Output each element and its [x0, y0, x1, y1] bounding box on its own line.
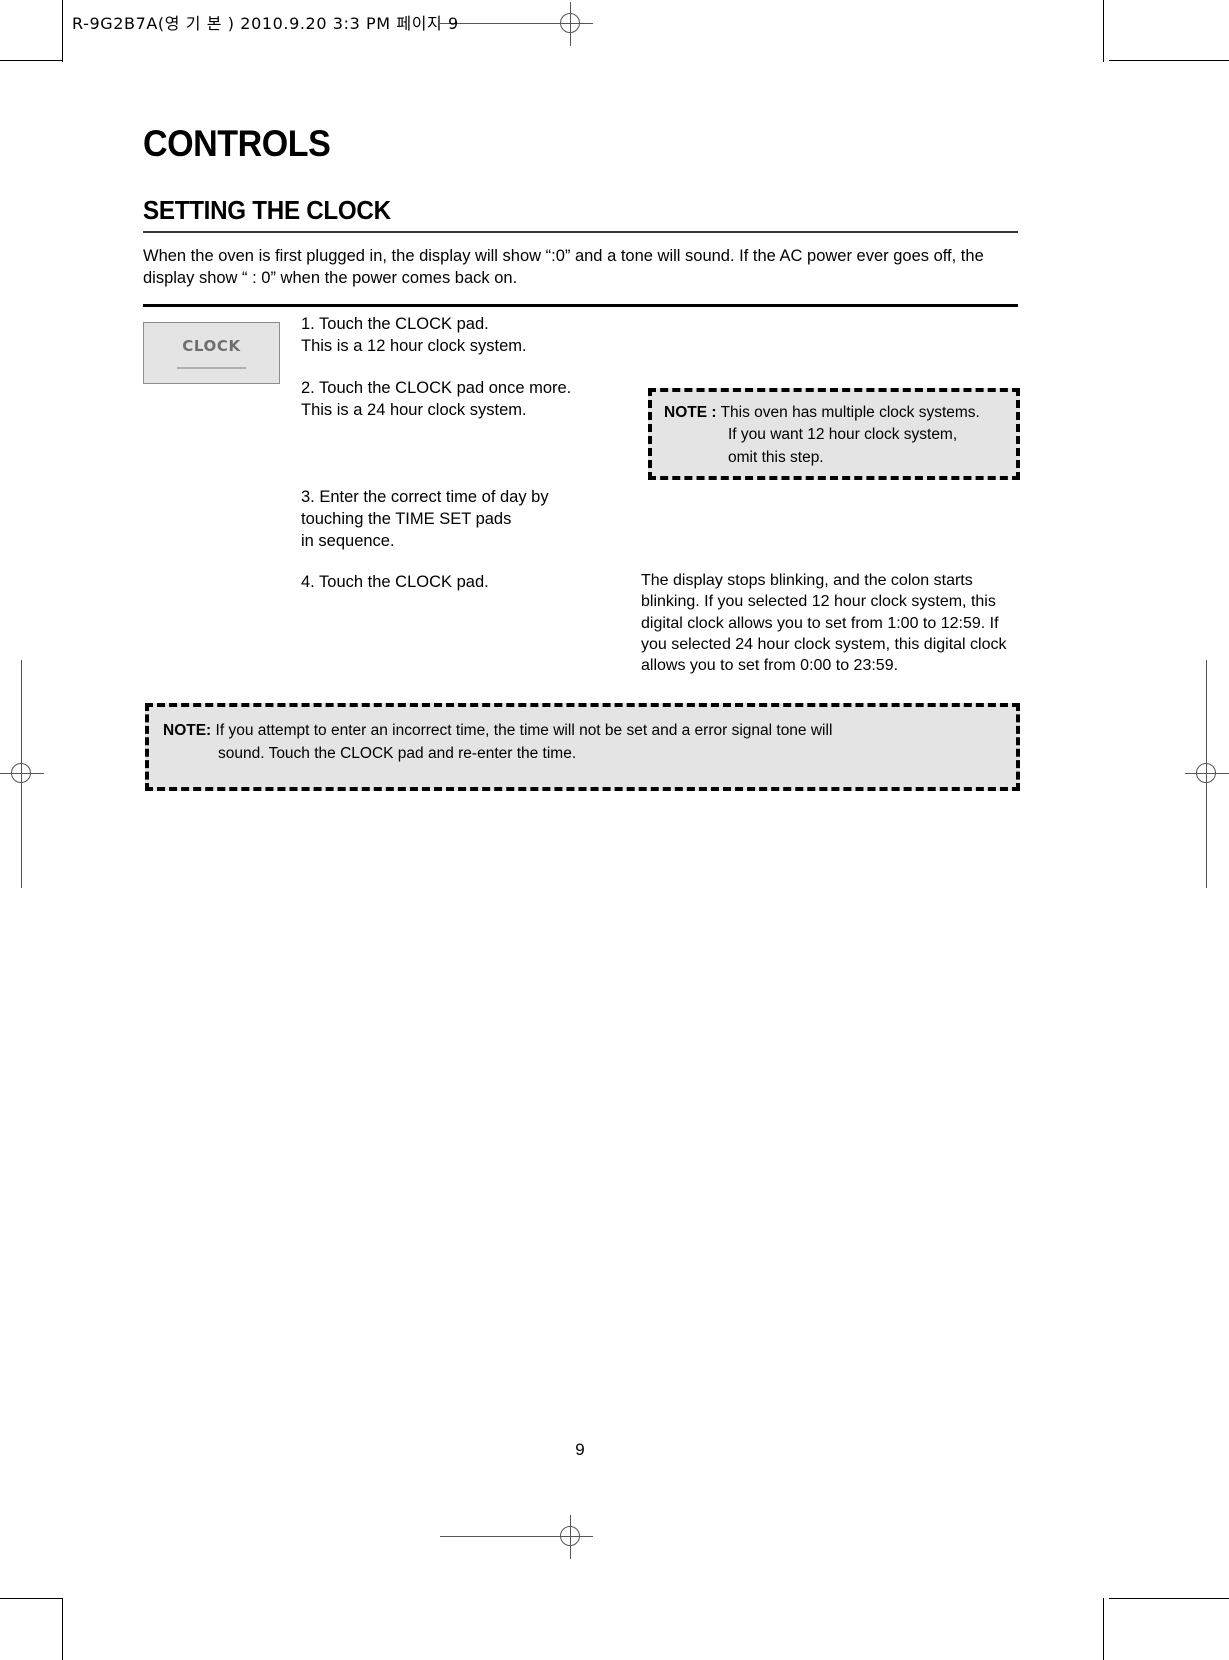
intro-paragraph: When the oven is first plugged in, the d… [143, 246, 984, 288]
side-note-line-1: NOTE : This oven has multiple clock syst… [664, 402, 1004, 424]
print-header-stamp: R-9G2B7A(영 기 본 ) 2010.9.20 3:3 PM 페이지 9 [72, 14, 459, 33]
crop-mark-bottom-right-vertical [1103, 1598, 1104, 1660]
clock-pad-graphic[interactable]: CLOCK [143, 322, 280, 384]
page-title: CONTROLS [143, 123, 331, 164]
step-4-text: 4. Touch the CLOCK pad. [301, 573, 489, 591]
crop-mark-bottom-left-vertical [62, 1598, 63, 1660]
page-number: 9 [575, 1440, 585, 1459]
guide-line-left-lower [21, 796, 22, 888]
registration-mark-left-icon [0, 752, 44, 796]
crop-mark-top-right-horizontal [1109, 60, 1229, 61]
bottom-note-line-2: sound. Touch the CLOCK pad and re-enter … [218, 745, 577, 763]
side-note-box: NOTE : This oven has multiple clock syst… [648, 388, 1020, 480]
step-3-text: 3. Enter the correct time of day by touc… [301, 488, 549, 550]
crop-mark-top-left-horizontal [0, 60, 62, 61]
guide-line-right-lower [1206, 796, 1207, 888]
side-note-text-1: This oven has multiple clock systems. [720, 404, 980, 421]
clock-pad-underline [177, 367, 246, 369]
registration-mark-top-icon [549, 2, 593, 46]
step-1-text: 1. Touch the CLOCK pad. This is a 12 hou… [301, 315, 527, 355]
explanation-paragraph: The display stops blinking, and the colo… [641, 572, 1007, 675]
registration-mark-right-icon [1185, 752, 1229, 796]
section-rule-thin [143, 230, 1018, 233]
side-note-line-2: If you want 12 hour clock system, [728, 426, 958, 444]
guide-line-left-upper [21, 660, 22, 752]
side-note-line-3: omit this step. [728, 448, 824, 466]
bottom-note-lead: NOTE: [163, 722, 212, 739]
bottom-note-line-1: NOTE: If you attempt to enter an incorre… [163, 719, 1016, 742]
page-content: CONTROLS SETTING THE CLOCK When the oven… [143, 125, 1018, 329]
step-2-text: 2. Touch the CLOCK pad once more. This i… [301, 379, 572, 419]
guide-line-right-upper [1206, 660, 1207, 752]
bottom-note-text-1: If you attempt to enter an incorrect tim… [215, 722, 833, 739]
section-rule-thick [143, 304, 1018, 308]
side-note-lead: NOTE : [664, 404, 717, 421]
registration-mark-bottom-icon [549, 1515, 593, 1559]
section-title: SETTING THE CLOCK [143, 195, 391, 225]
bottom-note-box: NOTE: If you attempt to enter an incorre… [145, 703, 1020, 791]
crop-mark-bottom-right-horizontal [1109, 1598, 1229, 1599]
crop-mark-top-right-vertical [1103, 0, 1104, 62]
clock-pad-label: CLOCK [182, 337, 241, 355]
crop-mark-top-left-vertical [62, 0, 63, 62]
guide-line-bottom [440, 1536, 550, 1537]
crop-mark-bottom-left-horizontal [0, 1598, 62, 1599]
